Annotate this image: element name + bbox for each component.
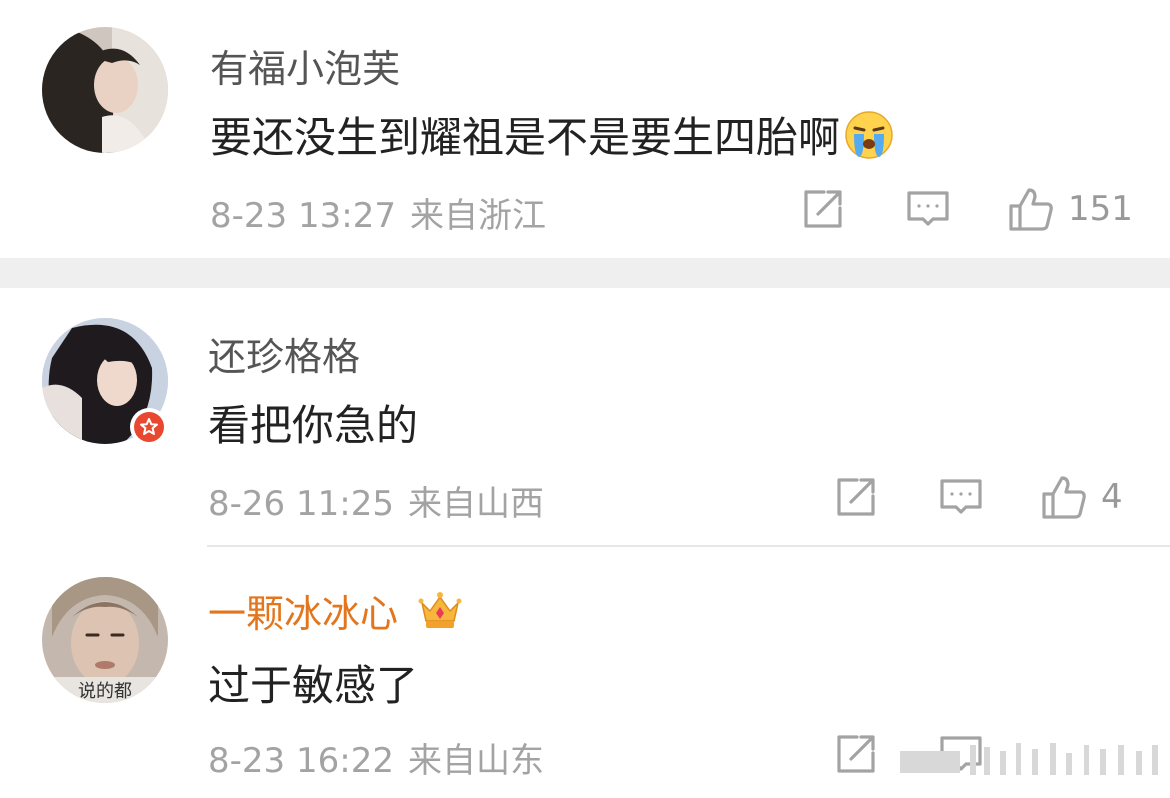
avatar[interactable]: 说的都 (42, 577, 168, 703)
avatar[interactable] (42, 27, 168, 153)
comment-meta: 8-23 16:22 来自山东 (208, 733, 558, 782)
crown-level-icon (418, 589, 462, 642)
location: 来自山西 (407, 484, 544, 524)
thumbs-up-icon (1009, 188, 1053, 231)
share-icon (804, 190, 842, 228)
comment-meta: 8-23 13:27 来自浙江 (210, 188, 560, 237)
share-button[interactable] (834, 729, 878, 779)
comment-meta: 8-26 11:25 来自山西 (208, 476, 558, 525)
crying-face-icon (844, 110, 894, 170)
thumbs-up-icon (1042, 476, 1086, 519)
like-count: 4 (1101, 477, 1123, 517)
comment-text-body: 要还没生到耀祖是不是要生四胎啊 (210, 113, 841, 162)
comment-text: 看把你急的 (208, 401, 419, 450)
timestamp: 8-23 16:22 (208, 741, 394, 781)
like-button[interactable]: 151 (1008, 184, 1133, 234)
like-button[interactable]: 4 (1041, 472, 1123, 522)
avatar-caption: 说的都 (78, 681, 132, 702)
comment-icon (907, 191, 949, 226)
share-icon (837, 478, 875, 516)
username[interactable]: 还珍格格 (208, 326, 360, 381)
comment-text: 要还没生到耀祖是不是要生四胎啊 (210, 104, 894, 170)
timestamp: 8-26 11:25 (208, 484, 394, 524)
location: 来自浙江 (409, 196, 546, 236)
reply-button[interactable] (906, 184, 950, 234)
comment-divider (207, 545, 1170, 547)
section-separator (0, 258, 1170, 288)
share-button[interactable] (834, 472, 878, 522)
username[interactable]: 一颗冰冰心 (208, 583, 462, 642)
comment-item (0, 288, 1170, 546)
verified-badge-icon (130, 408, 168, 446)
comment-icon (940, 479, 982, 514)
share-button[interactable] (801, 184, 845, 234)
watermark-overlay (900, 735, 1162, 779)
timestamp: 8-23 13:27 (210, 196, 396, 236)
comment-text: 过于敏感了 (208, 661, 419, 710)
reply-button[interactable] (939, 472, 983, 522)
username[interactable]: 有福小泡芙 (210, 38, 400, 93)
share-icon (837, 735, 875, 773)
location: 来自山东 (407, 741, 544, 781)
comment-item: 有福小泡芙 要还没生到耀祖是不是要生四胎啊 8-23 13:27 来自浙江 15… (0, 0, 1170, 258)
username-text: 一颗冰冰心 (208, 592, 399, 636)
like-count: 151 (1068, 189, 1133, 229)
